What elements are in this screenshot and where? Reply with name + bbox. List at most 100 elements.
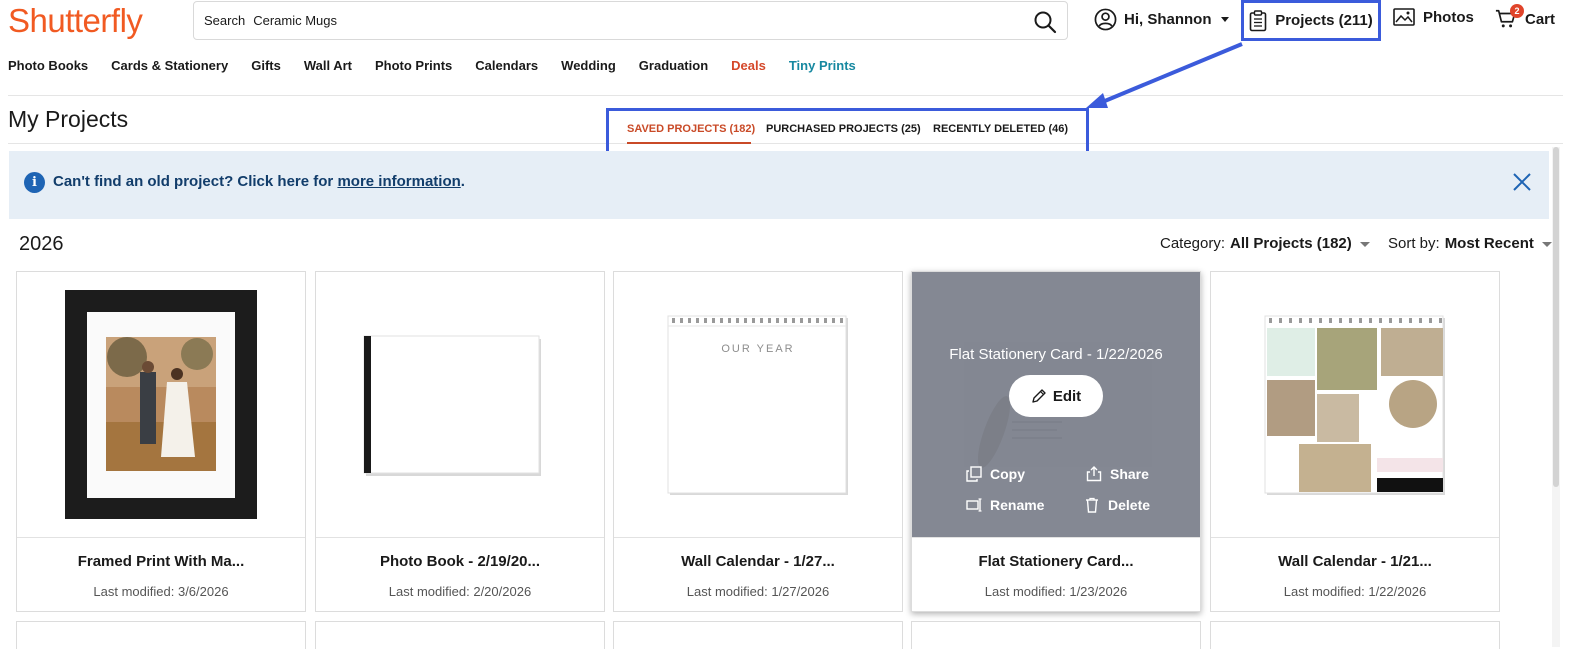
search-bar[interactable]: Search: [193, 1, 1068, 40]
chevron-down-icon: [1541, 242, 1552, 247]
wall-calendar-photo-thumbnail: [1264, 315, 1445, 495]
rename-icon: [966, 498, 982, 512]
cart-label: Cart: [1525, 10, 1556, 28]
nav-calendars[interactable]: Calendars: [475, 58, 538, 73]
header: Shutterfly Search Hi, Shannon Projects (…: [0, 0, 1570, 44]
tab-recently-deleted[interactable]: RECENTLY DELETED (46): [933, 123, 1068, 135]
share-button[interactable]: Share: [1086, 466, 1149, 482]
edit-button[interactable]: Edit: [1009, 375, 1103, 417]
rename-button[interactable]: Rename: [966, 497, 1044, 513]
project-card-row2-2[interactable]: [315, 621, 605, 649]
card-date: Last modified: 1/27/2026: [686, 584, 830, 599]
category-nav: Photo Books Cards & Stationery Gifts Wal…: [8, 58, 856, 73]
project-card-wall-calendar-2[interactable]: Wall Calendar - 1/21... Last modified: 1…: [1210, 271, 1500, 612]
chevron-down-icon: [1359, 242, 1370, 247]
scrollbar-thumb[interactable]: [1553, 147, 1559, 487]
card-thumbnail[interactable]: Flat Stationery Card - 1/22/2026 Edit Co…: [912, 272, 1200, 537]
banner-text: Can't find an old project? Click here fo…: [53, 173, 465, 190]
rename-label: Rename: [990, 497, 1045, 513]
more-information-link[interactable]: more information: [337, 173, 460, 190]
project-card-row2-4[interactable]: [911, 621, 1201, 649]
project-card-photo-book[interactable]: Photo Book - 2/19/20... Last modified: 2…: [315, 271, 605, 612]
photos-button[interactable]: Photos: [1393, 8, 1474, 26]
nav-deals[interactable]: Deals: [731, 58, 766, 73]
card-divider: [614, 537, 902, 538]
cart-button[interactable]: 2 Cart: [1495, 4, 1556, 30]
card-thumbnail[interactable]: [1211, 272, 1499, 537]
cart-icon-wrap: 2: [1495, 4, 1524, 30]
card-name: Wall Calendar - 1/27...: [681, 553, 835, 570]
project-card-row2-3[interactable]: [613, 621, 903, 649]
copy-button[interactable]: Copy: [966, 466, 1025, 482]
calendar-cover-title: OUR YEAR: [721, 343, 795, 355]
close-icon[interactable]: [1511, 171, 1533, 193]
projects-label: Projects (211): [1275, 12, 1373, 29]
delete-button[interactable]: Delete: [1084, 497, 1150, 513]
sort-filter[interactable]: Sort by: Most Recent: [1388, 235, 1552, 252]
shutterfly-logo[interactable]: Shutterfly: [8, 2, 143, 40]
tab-saved-projects[interactable]: SAVED PROJECTS (182): [627, 123, 755, 135]
card-name: Flat Stationery Card...: [978, 553, 1134, 570]
nav-gifts[interactable]: Gifts: [251, 58, 281, 73]
card-divider: [912, 537, 1200, 538]
card-thumbnail[interactable]: OUR YEAR: [614, 272, 902, 537]
edit-label: Edit: [1052, 387, 1082, 405]
copy-icon: [966, 466, 982, 482]
project-card-wall-calendar[interactable]: OUR YEAR Wall Calendar - 1/27... Last mo…: [613, 271, 903, 612]
project-card-row2-1[interactable]: [16, 621, 306, 649]
card-name: Framed Print With Ma...: [77, 553, 245, 570]
user-icon: [1094, 8, 1117, 31]
card-divider: [1211, 537, 1499, 538]
search-label: Search: [204, 13, 246, 28]
project-card-row2-5[interactable]: [1210, 621, 1500, 649]
share-label: Share: [1110, 466, 1149, 482]
category-filter[interactable]: Category: All Projects (182): [1160, 235, 1370, 252]
category-label: Category:: [1160, 235, 1226, 252]
card-thumbnail[interactable]: [17, 272, 305, 537]
category-value: All Projects (182): [1230, 235, 1352, 252]
card-name: Photo Book - 2/19/20...: [379, 553, 541, 570]
project-card-flat-stationery[interactable]: Flat Stationery Card - 1/22/2026 Edit Co…: [911, 271, 1201, 612]
photo-book-thumbnail: [363, 335, 541, 476]
nav-photo-books[interactable]: Photo Books: [8, 58, 88, 73]
page-title: My Projects: [8, 106, 129, 132]
card-date: Last modified: 2/20/2026: [388, 584, 532, 599]
projects-button[interactable]: Projects (211): [1241, 0, 1381, 41]
search-input[interactable]: [253, 13, 1014, 28]
tab-purchased-projects[interactable]: PURCHASED PROJECTS (25): [766, 123, 921, 135]
nav-photo-prints[interactable]: Photo Prints: [375, 58, 452, 73]
chevron-down-icon: [1220, 17, 1229, 22]
banner-suffix: .: [460, 173, 465, 190]
nav-graduation[interactable]: Graduation: [639, 58, 708, 73]
card-thumbnail[interactable]: [316, 272, 604, 537]
nav-tiny-prints[interactable]: Tiny Prints: [789, 58, 856, 73]
card-hover-overlay: Flat Stationery Card - 1/22/2026 Edit Co…: [912, 272, 1200, 537]
nav-cards-stationery[interactable]: Cards & Stationery: [111, 58, 228, 73]
project-card-framed-print[interactable]: Framed Print With Ma... Last modified: 3…: [16, 271, 306, 612]
card-name: Wall Calendar - 1/21...: [1278, 553, 1432, 570]
clipboard-icon: [1249, 9, 1267, 31]
framed-print-thumbnail: [65, 290, 257, 519]
nav-wedding[interactable]: Wedding: [561, 58, 616, 73]
banner-message: Can't find an old project? Click here fo…: [53, 173, 338, 190]
photos-label: Photos: [1423, 8, 1474, 26]
sort-label: Sort by:: [1388, 235, 1440, 252]
user-greeting: Hi, Shannon: [1124, 11, 1212, 28]
card-date: Last modified: 1/22/2026: [1283, 584, 1427, 599]
overlay-title: Flat Stationery Card - 1/22/2026: [949, 346, 1163, 363]
card-date: Last modified: 1/23/2026: [984, 584, 1128, 599]
nav-wall-art[interactable]: Wall Art: [304, 58, 352, 73]
card-divider: [316, 537, 604, 538]
account-menu[interactable]: Hi, Shannon: [1094, 8, 1229, 31]
pencil-icon: [1032, 389, 1046, 403]
card-date: Last modified: 3/6/2026: [93, 584, 229, 599]
copy-label: Copy: [990, 466, 1025, 482]
search-icon[interactable]: [1033, 10, 1057, 34]
wall-calendar-thumbnail: [667, 315, 848, 495]
info-icon: i: [24, 172, 45, 193]
nav-divider: [8, 95, 1563, 96]
delete-label: Delete: [1108, 497, 1151, 513]
photos-icon: [1393, 8, 1415, 26]
active-tab-underline: [627, 142, 751, 144]
cart-count-badge: 2: [1510, 4, 1524, 18]
